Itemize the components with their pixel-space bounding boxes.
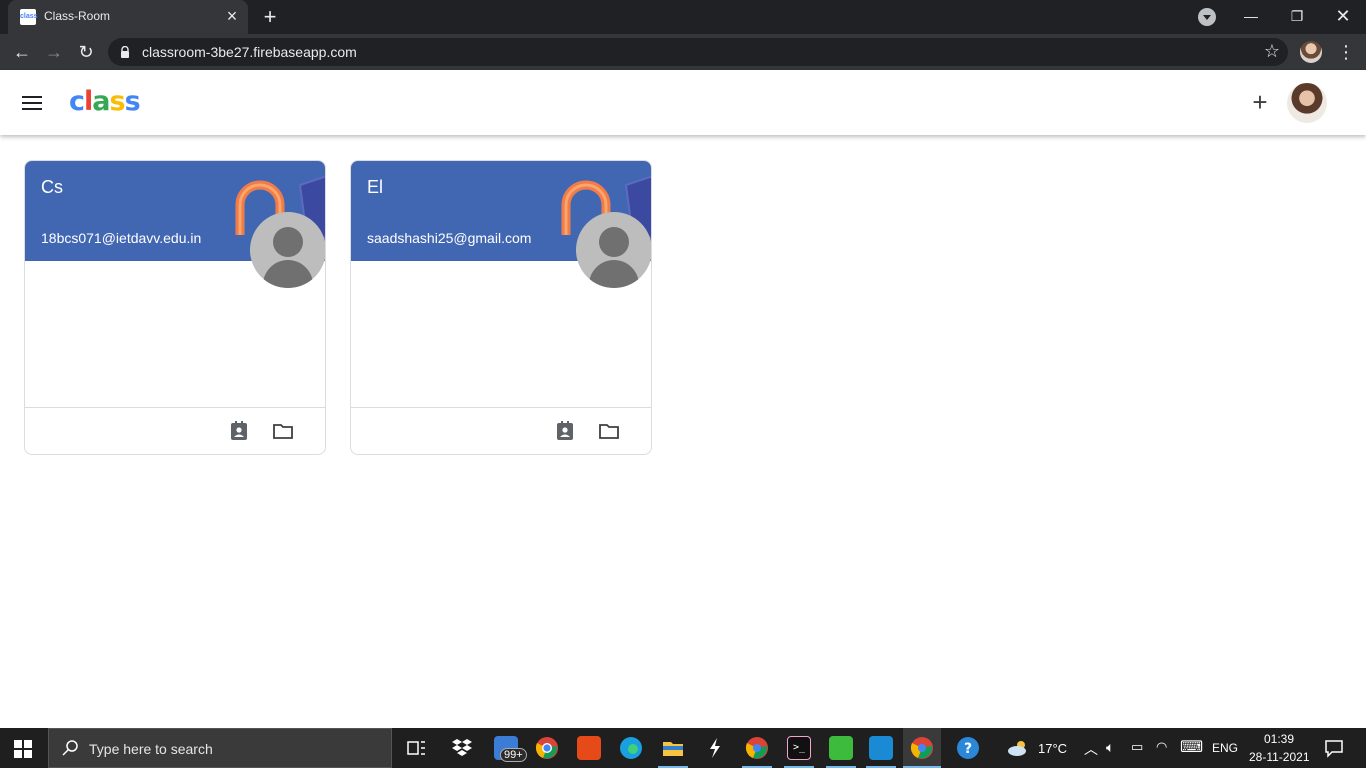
camtasia-icon[interactable] <box>829 736 853 760</box>
browser-toolbar: ← → ↻ classroom-3be27.firebaseapp.com ☆ … <box>0 34 1366 70</box>
chrome-active-icon[interactable] <box>910 736 934 760</box>
add-class-button[interactable]: + <box>1248 89 1272 115</box>
lock-icon[interactable] <box>120 46 130 58</box>
class-card-footer <box>351 407 651 454</box>
browser-tabstrip: class Class-Room × + — ❐ ✕ <box>0 0 1366 34</box>
volume-icon[interactable]: 🔈︎ <box>1106 739 1114 756</box>
minimize-button[interactable]: — <box>1228 0 1274 32</box>
language-indicator[interactable]: ENG <box>1212 741 1238 755</box>
bookmark-star-icon[interactable]: ☆ <box>1264 41 1280 62</box>
class-card-footer <box>25 407 325 454</box>
back-button[interactable]: ← <box>9 39 35 65</box>
app-header: class + <box>0 70 1366 135</box>
help-icon[interactable]: ? <box>956 736 980 760</box>
class-card[interactable]: El saadshashi25@gmail.com <box>350 160 652 455</box>
tab-favicon-icon: class <box>20 9 38 25</box>
wifi-icon[interactable]: ◠ <box>1156 739 1167 755</box>
mail-badge: 99+ <box>500 748 527 762</box>
class-card[interactable]: Cs 18bcs071@ietdavv.edu.in <box>24 160 326 455</box>
tab-search-icon[interactable] <box>1198 8 1216 26</box>
browser-menu-icon[interactable]: ⋮ <box>1336 40 1356 64</box>
address-bar[interactable]: classroom-3be27.firebaseapp.com ☆ <box>108 38 1288 66</box>
tab-title: Class-Room <box>44 9 111 23</box>
app-logo: class <box>69 86 141 117</box>
class-name[interactable]: El <box>367 177 383 198</box>
folder-icon[interactable] <box>598 420 620 442</box>
weather-icon[interactable] <box>1006 736 1030 760</box>
file-explorer-icon[interactable] <box>661 736 685 760</box>
search-placeholder: Type here to search <box>89 741 213 757</box>
class-owner-email: saadshashi25@gmail.com <box>367 230 532 246</box>
terminal-icon[interactable]: >_ <box>787 736 811 760</box>
browser-tab-active[interactable]: class Class-Room × <box>8 0 248 34</box>
teacher-photo <box>250 212 325 288</box>
tab-close-icon[interactable]: × <box>222 6 242 26</box>
chrome-icon[interactable] <box>535 736 559 760</box>
taskbar-search-box[interactable]: Type here to search <box>48 728 392 768</box>
search-icon <box>62 740 78 756</box>
reload-button[interactable]: ↻ <box>73 39 99 65</box>
temperature[interactable]: 17°C <box>1038 741 1067 756</box>
clock-date[interactable]: 28-11-2021 <box>1249 750 1310 764</box>
chrome-profile-icon[interactable] <box>745 736 769 760</box>
close-window-button[interactable]: ✕ <box>1320 0 1366 32</box>
forward-button[interactable]: → <box>41 39 67 65</box>
teacher-photo <box>576 212 651 288</box>
office-icon[interactable] <box>577 736 601 760</box>
keyboard-icon[interactable]: ⌨ <box>1180 737 1203 757</box>
class-name[interactable]: Cs <box>41 177 63 198</box>
task-view-icon[interactable] <box>404 736 428 760</box>
edge-icon[interactable] <box>619 736 643 760</box>
windows-taskbar: Type here to search 99+ >_ ? 17°C ︿ 🔈︎ ▭… <box>0 728 1366 768</box>
clock-time[interactable]: 01:39 <box>1264 732 1294 746</box>
notification-icon[interactable] <box>1322 736 1346 760</box>
url-text[interactable]: classroom-3be27.firebaseapp.com <box>142 44 357 60</box>
restore-button[interactable]: ❐ <box>1274 0 1320 32</box>
folder-icon[interactable] <box>272 420 294 442</box>
browser-profile-avatar[interactable] <box>1300 41 1322 63</box>
tray-chevron-icon[interactable]: ︿ <box>1084 739 1098 759</box>
class-owner-email: 18bcs071@ietdavv.edu.in <box>41 230 202 246</box>
menu-icon[interactable] <box>22 96 42 110</box>
media-player-icon[interactable] <box>869 736 893 760</box>
dropbox-icon[interactable] <box>450 736 474 760</box>
new-tab-button[interactable]: + <box>258 5 282 29</box>
battery-icon[interactable]: ▭ <box>1131 739 1143 755</box>
user-avatar[interactable] <box>1287 83 1327 123</box>
svg-text:?: ? <box>964 741 972 757</box>
windows-start-icon[interactable] <box>14 740 32 758</box>
assignment-icon[interactable] <box>228 420 250 442</box>
assignment-icon[interactable] <box>554 420 576 442</box>
app-icon[interactable] <box>703 736 727 760</box>
